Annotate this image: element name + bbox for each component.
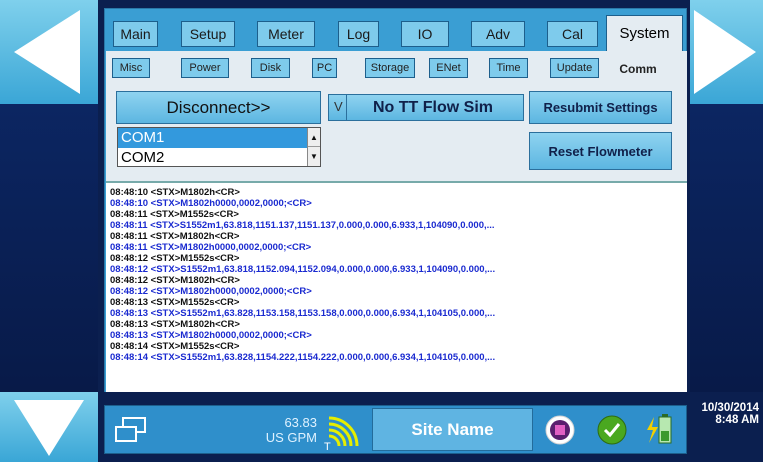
subtab-update[interactable]: Update (550, 58, 599, 78)
battery-power-icon (647, 413, 672, 443)
prev-page-button[interactable] (0, 0, 98, 104)
scroll-up-icon[interactable]: ▲ (308, 128, 320, 147)
datetime-readout: 10/30/2014 8:48 AM (689, 402, 759, 426)
subtab-pc[interactable]: PC (312, 58, 337, 78)
log-line: 08:48:10 <STX>M1802h<CR> (110, 187, 240, 198)
window-switch-icon (115, 416, 146, 442)
right-column (690, 0, 763, 392)
date-text: 10/30/2014 (701, 402, 759, 414)
log-line: 08:48:13 <STX>M1802h0000,0002,0000;<CR> (110, 330, 312, 341)
subtab-enet[interactable]: ENet (429, 58, 468, 78)
tab-meter[interactable]: Meter (257, 21, 315, 47)
time-text: 8:48 AM (715, 414, 759, 426)
log-line: 08:48:10 <STX>M1802h0000,0002,0000;<CR> (110, 198, 312, 209)
status-bar: 63.83 US GPM T Site Name (104, 405, 687, 454)
site-name-button[interactable]: Site Name (372, 408, 533, 451)
log-line: 08:48:12 <STX>S1552m1,63.818,1152.094,11… (110, 264, 496, 275)
reset-flowmeter-button[interactable]: Reset Flowmeter (529, 132, 672, 170)
comm-controls: Disconnect>> V No TT Flow Sim Resubmit S… (106, 86, 687, 181)
subtab-misc[interactable]: Misc (112, 58, 150, 78)
left-arrow-icon (14, 10, 80, 94)
flow-unit: US GPM (265, 429, 317, 445)
tab-setup[interactable]: Setup (181, 21, 235, 47)
com-port-list[interactable]: COM1 COM2 ▲ ▼ (117, 127, 321, 167)
flow-value: 63.83 (284, 414, 317, 430)
log-line: 08:48:13 <STX>S1552m1,63.828,1153.158,11… (110, 308, 496, 319)
flow-sim-label: No TT Flow Sim (373, 98, 493, 116)
scroll-down-button[interactable] (0, 392, 98, 462)
next-page-button[interactable] (690, 0, 763, 104)
status-ok-indicator[interactable] (592, 406, 632, 453)
left-column (0, 0, 98, 392)
tab-log[interactable]: Log (338, 21, 379, 47)
log-line: 08:48:12 <STX>M1802h0000,0002,0000;<CR> (110, 286, 312, 297)
com-port-item[interactable]: COM1 (118, 128, 320, 148)
log-line: 08:48:14 <STX>S1552m1,63.828,1154.222,11… (110, 352, 496, 363)
log-line: 08:48:11 <STX>M1802h<CR> (110, 231, 240, 242)
subtab-comm[interactable]: Comm (612, 59, 664, 79)
main-panel: Main Setup Meter Log IO Adv Cal System M… (104, 8, 687, 403)
log-line: 08:48:12 <STX>M1802h<CR> (110, 275, 240, 286)
log-line: 08:48:11 <STX>M1802h0000,0002,0000;<CR> (110, 242, 312, 253)
tab-system[interactable]: System (606, 15, 683, 51)
subtab-storage[interactable]: Storage (365, 58, 415, 78)
log-line: 08:48:12 <STX>M1552s<CR> (110, 253, 240, 264)
tab-cal[interactable]: Cal (547, 21, 598, 47)
subtab-power[interactable]: Power (181, 58, 229, 78)
log-line: 08:48:11 <STX>M1552s<CR> (110, 209, 239, 220)
sub-tab-bar: Misc Power Disk PC Storage ENet Time Upd… (106, 51, 687, 86)
log-line: 08:48:13 <STX>M1802h<CR> (110, 319, 240, 330)
down-arrow-icon (14, 400, 84, 456)
stop-button[interactable] (540, 406, 580, 453)
comm-log[interactable]: 08:48:10 <STX>M1802h<CR> 08:48:10 <STX>M1… (106, 181, 687, 403)
checkbox-mark: V (334, 99, 343, 114)
signal-label: T (324, 441, 331, 453)
log-line: 08:48:11 <STX>S1552m1,63.818,1151.137,11… (110, 220, 495, 231)
subtab-time[interactable]: Time (489, 58, 528, 78)
log-line: 08:48:14 <STX>M1552s<CR> (110, 341, 240, 352)
tab-adv[interactable]: Adv (471, 21, 525, 47)
log-line: 08:48:13 <STX>M1552s<CR> (110, 297, 240, 308)
subtab-disk[interactable]: Disk (251, 58, 290, 78)
stop-record-icon (545, 415, 575, 444)
disconnect-button[interactable]: Disconnect>> (116, 91, 321, 124)
signal-indicator[interactable]: T (320, 406, 366, 453)
bottom-bar: 63.83 US GPM T Site Name (0, 392, 763, 462)
com-port-item[interactable]: COM2 (118, 148, 320, 166)
tab-main[interactable]: Main (113, 21, 158, 47)
list-scrollbar[interactable]: ▲ ▼ (307, 128, 320, 166)
resubmit-settings-button[interactable]: Resubmit Settings (529, 91, 672, 124)
power-status-indicator[interactable] (640, 406, 680, 453)
flow-sim-toggle[interactable]: V No TT Flow Sim (328, 94, 524, 121)
flow-readout: 63.83 US GPM (245, 406, 317, 453)
tab-io[interactable]: IO (401, 21, 449, 47)
ok-check-icon (597, 415, 627, 444)
right-arrow-icon (694, 10, 756, 94)
window-switch-button[interactable] (111, 406, 151, 453)
divider (346, 95, 347, 120)
scroll-down-icon[interactable]: ▼ (308, 147, 320, 166)
